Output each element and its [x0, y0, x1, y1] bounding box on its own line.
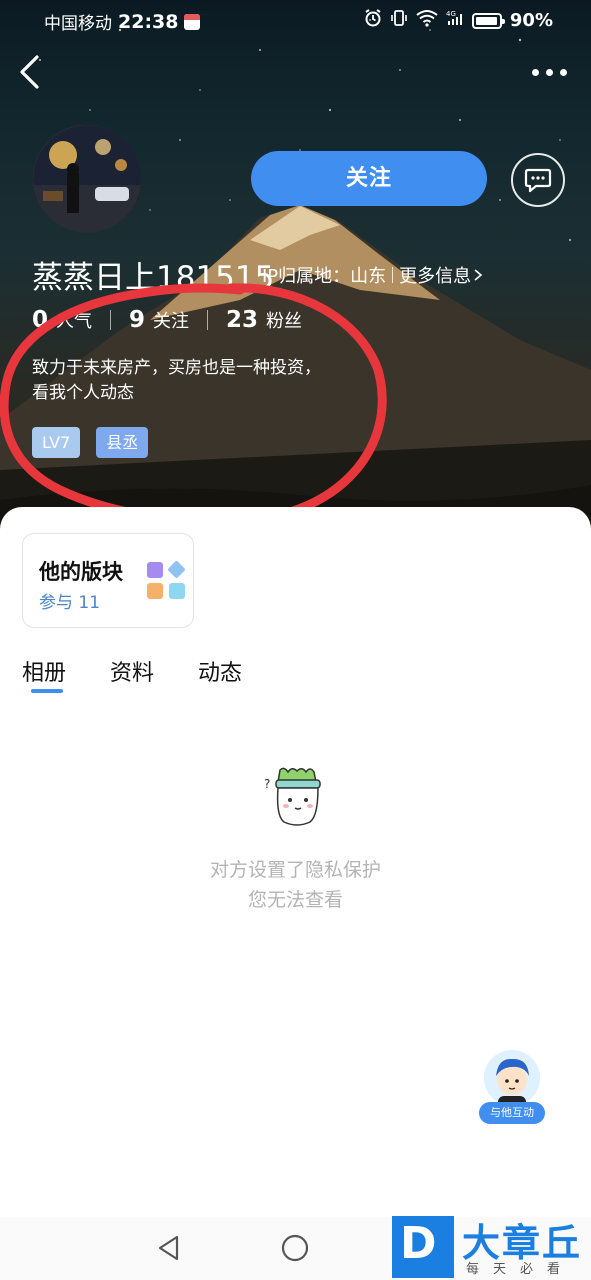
clock: 22:38	[118, 10, 179, 33]
username: 蒸蒸日上181515	[32, 260, 275, 296]
svg-text:4G: 4G	[446, 10, 456, 18]
chevron-right-icon	[474, 269, 483, 281]
interact-avatar	[484, 1050, 540, 1106]
message-button[interactable]	[511, 153, 565, 207]
tab-activity[interactable]: 动态	[198, 655, 242, 687]
ip-location-row: IP归属地：山东 更多信息	[262, 262, 483, 288]
privacy-message: 对方设置了隐私保护	[209, 859, 381, 881]
battery-icon	[471, 12, 505, 29]
stat-followers[interactable]: 23 粉丝	[226, 307, 302, 333]
profile-bio: 致力于未来房产，买房也是一种投资， 看我个人动态	[32, 356, 372, 406]
avatar[interactable]	[33, 125, 141, 233]
interact-button[interactable]: 与他互动	[479, 1050, 545, 1124]
battery-percent: 90%	[509, 10, 553, 31]
wifi-icon	[416, 9, 438, 32]
watermark-logo: D 大章丘 每天必看	[386, 1212, 591, 1280]
privacy-submessage: 您无法查看	[247, 889, 343, 911]
circle-home-icon	[281, 1234, 309, 1262]
follow-button[interactable]: 关注	[251, 151, 487, 206]
status-bar: 中国移动 22:38 4G 90%	[0, 0, 591, 40]
privacy-mascot-icon: ?	[264, 767, 321, 826]
level-badge[interactable]: LV7	[32, 427, 81, 458]
bio-line: 看我个人动态	[32, 383, 134, 403]
interact-label: 与他互动	[479, 1102, 545, 1124]
bio-line: 致力于未来房产，买房也是一种投资，	[32, 358, 321, 378]
watermark-letter: D	[400, 1218, 437, 1269]
stat-label: 粉丝	[266, 311, 303, 332]
ip-location: IP归属地：山东	[262, 266, 387, 287]
chat-bubble-icon	[524, 168, 552, 193]
board-participation: 参与 11	[39, 593, 101, 613]
divider	[110, 310, 112, 330]
more-info-label: 更多信息	[399, 266, 472, 287]
divider	[207, 310, 209, 330]
stats-row: 0 人气 9 关注 23 粉丝	[32, 307, 302, 333]
stat-label: 关注	[153, 311, 190, 332]
more-dot-icon	[531, 68, 539, 76]
more-info-link[interactable]: 更多信息	[399, 262, 483, 288]
calendar-notification-icon	[184, 13, 201, 30]
more-dot-icon	[559, 68, 567, 76]
profile-tags: LV7 县丞	[32, 427, 149, 458]
alarm-icon	[364, 9, 382, 32]
board-grid-icon	[147, 561, 185, 599]
stat-popularity[interactable]: 0 人气	[32, 307, 92, 333]
stat-following[interactable]: 9 关注	[129, 307, 189, 333]
stat-value: 23	[226, 307, 259, 333]
chevron-left-icon	[20, 55, 39, 89]
profile-tabs: 相册 资料 动态	[22, 655, 286, 693]
watermark-slogan: 每天必看	[466, 1262, 575, 1277]
signal-4g-icon: 4G	[446, 9, 464, 32]
board-title: 他的版块	[39, 560, 123, 584]
more-options-button[interactable]	[529, 60, 569, 84]
nav-back-button[interactable]	[155, 1234, 183, 1266]
vibrate-icon	[390, 9, 408, 32]
nav-home-button[interactable]	[281, 1234, 309, 1266]
triangle-back-icon	[158, 1235, 179, 1261]
stat-value: 0	[32, 307, 49, 333]
stat-label: 人气	[56, 311, 93, 332]
board-card[interactable]: 他的版块 参与 11	[22, 533, 194, 628]
more-dot-icon	[545, 68, 553, 76]
carrier-name: 中国移动	[44, 14, 112, 34]
stat-value: 9	[129, 307, 146, 333]
rank-badge[interactable]: 县丞	[96, 427, 149, 458]
divider	[392, 267, 394, 283]
tab-album[interactable]: 相册	[22, 655, 66, 693]
tab-profile-info[interactable]: 资料	[110, 655, 154, 687]
back-button[interactable]	[14, 52, 50, 92]
svg-text:?: ?	[264, 777, 270, 791]
